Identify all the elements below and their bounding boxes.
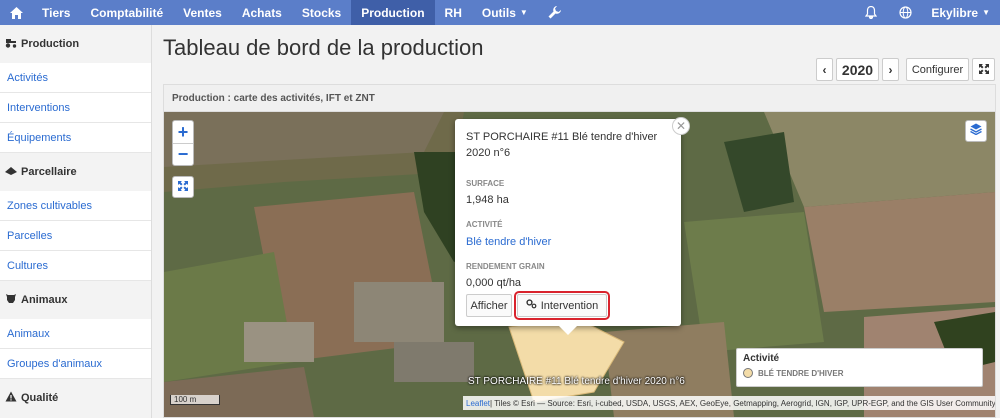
nav-rh[interactable]: RH xyxy=(435,0,472,25)
nav-stocks[interactable]: Stocks xyxy=(292,0,351,25)
scale-bar: 100 m xyxy=(170,395,220,405)
sidebar-section-qualite: Qualité xyxy=(0,379,151,417)
home-icon[interactable] xyxy=(0,0,32,25)
gears-icon xyxy=(526,299,537,312)
sidebar-item-parcelles[interactable]: Parcelles xyxy=(0,221,151,251)
legend-title: Activité xyxy=(743,353,780,364)
sidebar-section-parcellaire: Parcellaire xyxy=(0,153,151,191)
nav-ventes[interactable]: Ventes xyxy=(173,0,232,25)
show-button[interactable]: Afficher xyxy=(466,294,512,317)
previous-year-button[interactable]: ‹ xyxy=(816,58,833,81)
map-legend: Activité BLÉ TENDRE D'HIVER xyxy=(736,348,983,387)
nav-production[interactable]: Production xyxy=(351,0,435,25)
yield-label: RENDEMENT GRAIN xyxy=(466,262,545,271)
nav-achats[interactable]: Achats xyxy=(232,0,292,25)
popup-pointer xyxy=(558,325,578,335)
intervention-label: Intervention xyxy=(540,299,599,312)
production-map-card: Production : carte des activités, IFT et… xyxy=(163,84,996,418)
configure-button[interactable]: Configurer xyxy=(906,58,969,81)
zoom-in-button[interactable]: + xyxy=(173,121,193,143)
expand-icon xyxy=(178,178,188,196)
nav-tiers[interactable]: Tiers xyxy=(32,0,80,25)
map[interactable]: + − ✕ ST PORCHAIRE #11 Blé tendre d'hive… xyxy=(164,112,995,417)
card-title: Production : carte des activités, IFT et… xyxy=(164,85,995,112)
plot-popup: ✕ ST PORCHAIRE #11 Blé tendre d'hiver 20… xyxy=(455,117,690,326)
page-title: Tableau de bord de la production xyxy=(163,35,484,60)
main-content: Tableau de bord de la production ‹ 2020 … xyxy=(153,25,1000,418)
activity-link[interactable]: Blé tendre d'hiver xyxy=(466,236,551,248)
layers-button[interactable] xyxy=(965,120,987,142)
plot-label: ST PORCHAIRE #11 Blé tendre d'hiver 2020… xyxy=(468,376,685,387)
surface-value: 1,948 ha xyxy=(466,194,509,206)
wrench-icon[interactable] xyxy=(538,0,571,25)
user-name: Ekylibre xyxy=(931,5,979,20)
map-attribution: Leaflet | Tiles © Esri — Source: Esri, i… xyxy=(463,396,995,410)
bell-icon[interactable] xyxy=(854,0,888,25)
chevron-down-icon: ▼ xyxy=(519,8,528,17)
chevron-left-icon: ‹ xyxy=(822,62,827,77)
sidebar-item-animaux[interactable]: Animaux xyxy=(0,319,151,349)
sidebar-item-groupes-animaux[interactable]: Groupes d'animaux xyxy=(0,349,151,379)
user-menu[interactable]: Ekylibre ▼ xyxy=(923,0,1000,25)
legend-entry-label: BLÉ TENDRE D'HIVER xyxy=(758,368,844,378)
legend-entry: BLÉ TENDRE D'HIVER xyxy=(743,368,976,378)
nav-outils[interactable]: Outils ▼ xyxy=(472,0,538,25)
sidebar-item-cultures[interactable]: Cultures xyxy=(0,251,151,281)
sidebar-item-zones-cultivables[interactable]: Zones cultivables xyxy=(0,191,151,221)
sidebar-item-activites[interactable]: Activités xyxy=(0,63,151,93)
chevron-down-icon: ▼ xyxy=(982,8,990,17)
sidebar-section-title: Qualité xyxy=(21,392,59,404)
cow-icon xyxy=(5,293,17,307)
zoom-control: + − xyxy=(172,120,194,166)
sidebar-section-production: Production xyxy=(0,25,151,63)
top-navbar: Tiers Comptabilité Ventes Achats Stocks … xyxy=(0,0,1000,25)
attribution-text: | Tiles © Esri — Source: Esri, i-cubed, … xyxy=(490,398,995,408)
surface-label: SURFACE xyxy=(466,179,505,188)
intervention-button[interactable]: Intervention xyxy=(514,291,610,320)
sidebar-section-animaux: Animaux xyxy=(0,281,151,319)
close-icon[interactable]: ✕ xyxy=(672,117,690,135)
sidebar-item-equipements[interactable]: Équipements xyxy=(0,123,151,153)
nav-outils-label: Outils xyxy=(481,5,516,20)
expand-icon xyxy=(978,63,989,77)
globe-icon[interactable] xyxy=(888,0,923,25)
sidebar-item-interventions[interactable]: Interventions xyxy=(0,93,151,123)
chevron-right-icon: › xyxy=(888,62,893,77)
activity-label: ACTIVITÉ xyxy=(466,220,503,229)
next-year-button[interactable]: › xyxy=(882,58,899,81)
year-value: 2020 xyxy=(836,58,879,81)
leaflet-link[interactable]: Leaflet xyxy=(466,399,490,408)
sidebar-section-title: Animaux xyxy=(21,294,68,306)
nav-comptabilite[interactable]: Comptabilité xyxy=(80,0,173,25)
fullscreen-button[interactable] xyxy=(972,58,995,81)
map-fullscreen-button[interactable] xyxy=(172,176,194,198)
field-icon xyxy=(5,166,17,178)
sidebar: Production Activités Interventions Équip… xyxy=(0,25,152,418)
sidebar-section-title: Production xyxy=(21,38,80,50)
sidebar-section-title: Parcellaire xyxy=(21,166,77,178)
popup-title: ST PORCHAIRE #11 Blé tendre d'hiver 2020… xyxy=(466,131,658,159)
zoom-out-button[interactable]: − xyxy=(173,143,193,165)
yield-value: 0,000 qt/ha xyxy=(466,277,522,289)
layers-icon xyxy=(970,122,982,140)
legend-swatch xyxy=(743,368,753,378)
tractor-icon xyxy=(5,38,17,51)
warning-icon xyxy=(5,391,17,405)
